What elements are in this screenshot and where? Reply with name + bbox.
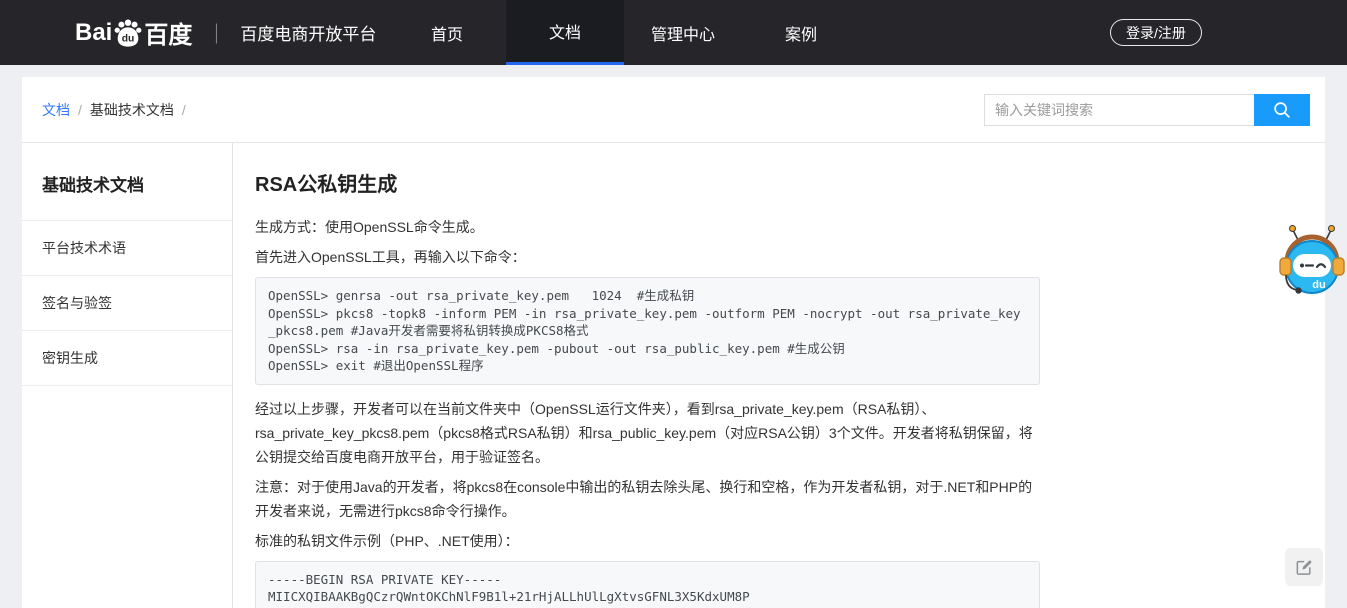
breadcrumb-current[interactable]: 基础技术文档 — [90, 100, 174, 120]
top-navigation-bar: Bai du 百度 ｜ 百度电商开放平台 首页 文档 管理中心 案例 — [0, 0, 1347, 65]
logo-brand: 百度 — [144, 15, 192, 50]
paragraph-steps: 经过以上步骤，开发者可以在当前文件夹中（OpenSSL运行文件夹），看到rsa_… — [255, 397, 1040, 469]
sidebar-item-sign-verify[interactable]: 签名与验签 — [22, 276, 232, 331]
search-button[interactable] — [1254, 94, 1310, 126]
product-name: 百度电商开放平台 — [240, 20, 376, 45]
breadcrumb-separator: / — [78, 102, 82, 118]
edit-pencil-icon — [1294, 557, 1314, 577]
search-box — [984, 94, 1310, 126]
code-block-openssl-commands: OpenSSL> genrsa -out rsa_private_key.pem… — [255, 277, 1040, 385]
sidebar-item-key-generation[interactable]: 密钥生成 — [22, 331, 232, 386]
login-register-button[interactable]: 登录/注册 — [1110, 19, 1202, 46]
page: Bai du 百度 ｜ 百度电商开放平台 首页 文档 管理中心 案例 — [0, 0, 1347, 608]
nav-item-cases[interactable]: 案例 — [742, 0, 860, 65]
content-card: 文档 / 基础技术文档 / 基础技术文档 平台技术术语 签名与验签 — [22, 77, 1325, 608]
baidu-paw-icon: du — [113, 18, 143, 48]
code-block-private-key: -----BEGIN RSA PRIVATE KEY----- MIICXQIB… — [255, 561, 1040, 608]
logo-separator: ｜ — [206, 18, 226, 47]
robot-mascot-icon: du — [1278, 222, 1346, 302]
sidebar-title[interactable]: 基础技术文档 — [22, 143, 232, 221]
baidu-logo-text: Bai du 百度 — [75, 15, 192, 50]
paragraph-example: 标准的私钥文件示例（PHP、.NET使用）： — [255, 529, 1040, 553]
svg-text:du: du — [122, 33, 135, 44]
nav-item-docs[interactable]: 文档 — [506, 0, 624, 65]
doc-sidebar: 基础技术文档 平台技术术语 签名与验签 密钥生成 — [22, 143, 233, 608]
customer-service-mascot[interactable]: du — [1278, 222, 1346, 302]
search-icon — [1271, 99, 1293, 121]
main-menu: 首页 文档 管理中心 案例 — [388, 0, 860, 65]
breadcrumb-link-docs[interactable]: 文档 — [42, 100, 70, 120]
baidu-logo[interactable]: Bai du 百度 ｜ 百度电商开放平台 — [75, 0, 376, 65]
logo-bai: Bai — [75, 19, 112, 47]
breadcrumb-row: 文档 / 基础技术文档 / — [22, 77, 1325, 143]
breadcrumb-separator-trailing: / — [182, 102, 186, 118]
paragraph-method: 生成方式：使用OpenSSL命令生成。 — [255, 215, 1040, 239]
doc-main: RSA公私钥生成 生成方式：使用OpenSSL命令生成。 首先进入OpenSSL… — [233, 143, 1040, 608]
feedback-button[interactable] — [1285, 548, 1323, 586]
sidebar-item-platform-terms[interactable]: 平台技术术语 — [22, 221, 232, 276]
nav-item-home[interactable]: 首页 — [388, 0, 506, 65]
paragraph-note: 注意：对于使用Java的开发者，将pkcs8在console中输出的私钥去除头尾… — [255, 475, 1040, 523]
search-input[interactable] — [984, 94, 1254, 126]
paragraph-intro: 首先进入OpenSSL工具，再输入以下命令： — [255, 245, 1040, 269]
breadcrumb: 文档 / 基础技术文档 / — [42, 100, 186, 120]
mascot-du-label: du — [1312, 279, 1325, 291]
page-title: RSA公私钥生成 — [255, 168, 1040, 197]
nav-item-console[interactable]: 管理中心 — [624, 0, 742, 65]
content-columns: 基础技术文档 平台技术术语 签名与验签 密钥生成 RSA公私钥生成 生成方式：使… — [22, 143, 1325, 608]
